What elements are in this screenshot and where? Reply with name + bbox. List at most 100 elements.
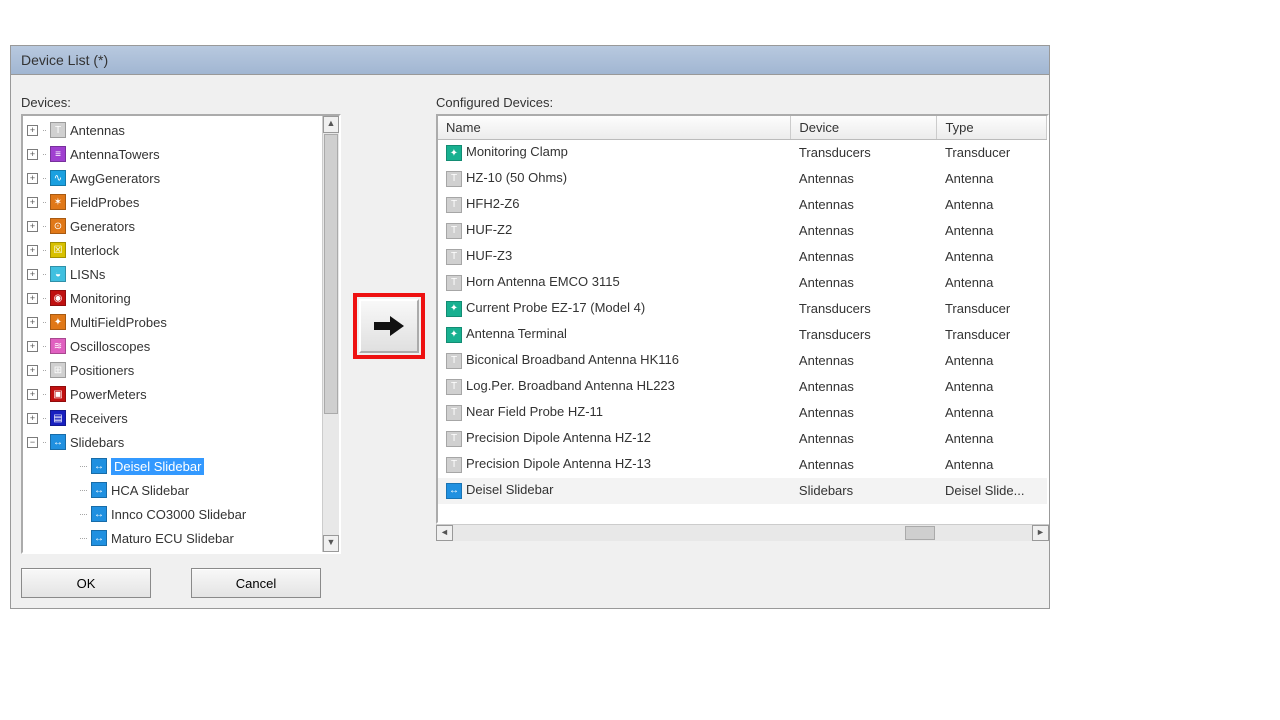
tree-item-label: LISNs <box>70 267 105 282</box>
tree-item-label: Maturo ECU Slidebar <box>111 531 234 546</box>
table-row[interactable]: TPrecision Dipole Antenna HZ-12AntennasA… <box>438 426 1047 452</box>
cell-type: Antenna <box>937 348 1047 374</box>
tree-item[interactable]: ↔Innco CO3000 Slidebar <box>23 502 322 526</box>
tree-item[interactable]: +··TAntennas <box>23 118 322 142</box>
window-title: Device List (*) <box>11 46 1049 75</box>
cell-name: Log.Per. Broadband Antenna HL223 <box>466 378 675 393</box>
tree-item[interactable]: +··☒Interlock <box>23 238 322 262</box>
hscroll-right-button[interactable]: ► <box>1032 525 1049 541</box>
device-category-icon: ☒ <box>50 242 66 258</box>
tree-item-label: Generators <box>70 219 135 234</box>
tree-item-label: Antennas <box>70 123 125 138</box>
hscroll-track[interactable] <box>453 525 1032 541</box>
tree-expand-toggle[interactable]: + <box>27 149 38 160</box>
tree-item[interactable]: +··∿AwgGenerators <box>23 166 322 190</box>
tree-connector: ·· <box>42 245 46 255</box>
ok-button[interactable]: OK <box>21 568 151 598</box>
table-row[interactable]: ✦Monitoring ClampTransducersTransducer <box>438 140 1047 166</box>
cell-name: Monitoring Clamp <box>466 144 568 159</box>
cell-type: Antenna <box>937 192 1047 218</box>
tree-item-label: AwgGenerators <box>70 171 160 186</box>
tree-expand-toggle[interactable]: + <box>27 173 38 184</box>
col-name[interactable]: Name <box>438 116 791 140</box>
device-category-icon: ∿ <box>50 170 66 186</box>
device-icon: ↔ <box>91 482 107 498</box>
tree-item-label: Deisel Slidebar <box>111 458 204 475</box>
devices-tree[interactable]: +··TAntennas+··≡AntennaTowers+··∿AwgGene… <box>23 116 322 552</box>
cell-device: Transducers <box>791 296 937 322</box>
device-icon: ↔ <box>91 506 107 522</box>
tree-expand-toggle[interactable]: + <box>27 389 38 400</box>
tree-connector: ·· <box>42 365 46 375</box>
cell-type: Transducer <box>937 322 1047 348</box>
devices-panel: Devices: +··TAntennas+··≡AntennaTowers+·… <box>21 95 341 554</box>
tree-item[interactable]: ↔HCA Slidebar <box>23 478 322 502</box>
cancel-button[interactable]: Cancel <box>191 568 321 598</box>
horizontal-scrollbar[interactable]: ◄ ► <box>436 524 1049 541</box>
tree-item-label: PowerMeters <box>70 387 147 402</box>
cell-name: HUF-Z2 <box>466 222 512 237</box>
table-row[interactable]: TLog.Per. Broadband Antenna HL223Antenna… <box>438 374 1047 400</box>
cell-type: Antenna <box>937 374 1047 400</box>
scroll-down-button[interactable]: ▼ <box>323 535 339 552</box>
tree-item[interactable]: ↔Deisel Slidebar <box>23 454 322 478</box>
arrow-right-icon <box>372 314 406 338</box>
device-category-icon: ⊙ <box>50 218 66 234</box>
table-header-row: Name Device Type <box>438 116 1047 140</box>
tree-expand-toggle[interactable]: + <box>27 341 38 352</box>
table-row[interactable]: THUF-Z3AntennasAntenna <box>438 244 1047 270</box>
tree-expand-toggle[interactable]: + <box>27 413 38 424</box>
cell-type: Antenna <box>937 400 1047 426</box>
table-row[interactable]: ✦Antenna TerminalTransducersTransducer <box>438 322 1047 348</box>
arrow-highlight <box>353 293 425 359</box>
table-row[interactable]: ✦Current Probe EZ-17 (Model 4)Transducer… <box>438 296 1047 322</box>
table-row[interactable]: TPrecision Dipole Antenna HZ-13AntennasA… <box>438 452 1047 478</box>
tree-item[interactable]: +··▣PowerMeters <box>23 382 322 406</box>
tree-item[interactable]: +··≡AntennaTowers <box>23 142 322 166</box>
tree-item[interactable]: +··≋Oscilloscopes <box>23 334 322 358</box>
tree-expand-toggle[interactable]: + <box>27 221 38 232</box>
tree-item[interactable]: −··↔Slidebars <box>23 430 322 454</box>
tree-expand-toggle[interactable]: − <box>27 437 38 448</box>
tree-expand-toggle[interactable]: + <box>27 125 38 136</box>
tree-item[interactable]: ↔Maturo ECU Slidebar <box>23 526 322 550</box>
tree-expand-toggle[interactable]: + <box>27 197 38 208</box>
table-row[interactable]: THFH2-Z6AntennasAntenna <box>438 192 1047 218</box>
tree-item[interactable]: +··⊞Positioners <box>23 358 322 382</box>
tree-item[interactable]: +··◉Monitoring <box>23 286 322 310</box>
device-icon: ↔ <box>446 483 462 499</box>
tree-item[interactable]: + ·· ⊙ Generators <box>23 214 322 238</box>
tree-expand-toggle[interactable]: + <box>27 365 38 376</box>
table-row[interactable]: THZ-10 (50 Ohms)AntennasAntenna <box>438 166 1047 192</box>
configured-devices-table[interactable]: Name Device Type ✦Monitoring ClampTransd… <box>438 116 1047 504</box>
tree-item[interactable]: +··✶FieldProbes <box>23 190 322 214</box>
tree-expand-toggle[interactable]: + <box>27 245 38 256</box>
device-category-icon: ≡ <box>50 146 66 162</box>
table-row[interactable]: TNear Field Probe HZ-11AntennasAntenna <box>438 400 1047 426</box>
cell-name: Antenna Terminal <box>466 326 567 341</box>
device-icon: T <box>446 431 462 447</box>
col-device[interactable]: Device <box>791 116 937 140</box>
tree-expand-toggle[interactable]: + <box>27 293 38 304</box>
tree-item[interactable]: +··▤Receivers <box>23 406 322 430</box>
table-row[interactable]: ↔Deisel SlidebarSlidebarsDeisel Slide... <box>438 478 1047 504</box>
tree-item-label: Positioners <box>70 363 134 378</box>
add-device-button[interactable] <box>359 299 419 353</box>
tree-item-label: FieldProbes <box>70 195 139 210</box>
tree-expand-toggle[interactable]: + <box>27 269 38 280</box>
scroll-thumb[interactable] <box>324 134 338 414</box>
scroll-up-button[interactable]: ▲ <box>323 116 339 133</box>
tree-item[interactable]: +··✦MultiFieldProbes <box>23 310 322 334</box>
device-category-icon: ✶ <box>50 194 66 210</box>
tree-connector: ·· <box>42 221 46 231</box>
col-type[interactable]: Type <box>937 116 1047 140</box>
hscroll-thumb[interactable] <box>905 526 935 540</box>
hscroll-left-button[interactable]: ◄ <box>436 525 453 541</box>
table-row[interactable]: TBiconical Broadband Antenna HK116Antenn… <box>438 348 1047 374</box>
device-icon: T <box>446 197 462 213</box>
tree-item[interactable]: +··◒LISNs <box>23 262 322 286</box>
tree-expand-toggle[interactable]: + <box>27 317 38 328</box>
table-row[interactable]: THorn Antenna EMCO 3115AntennasAntenna <box>438 270 1047 296</box>
table-row[interactable]: THUF-Z2AntennasAntenna <box>438 218 1047 244</box>
vertical-scrollbar[interactable]: ▲ ▼ <box>322 116 339 552</box>
